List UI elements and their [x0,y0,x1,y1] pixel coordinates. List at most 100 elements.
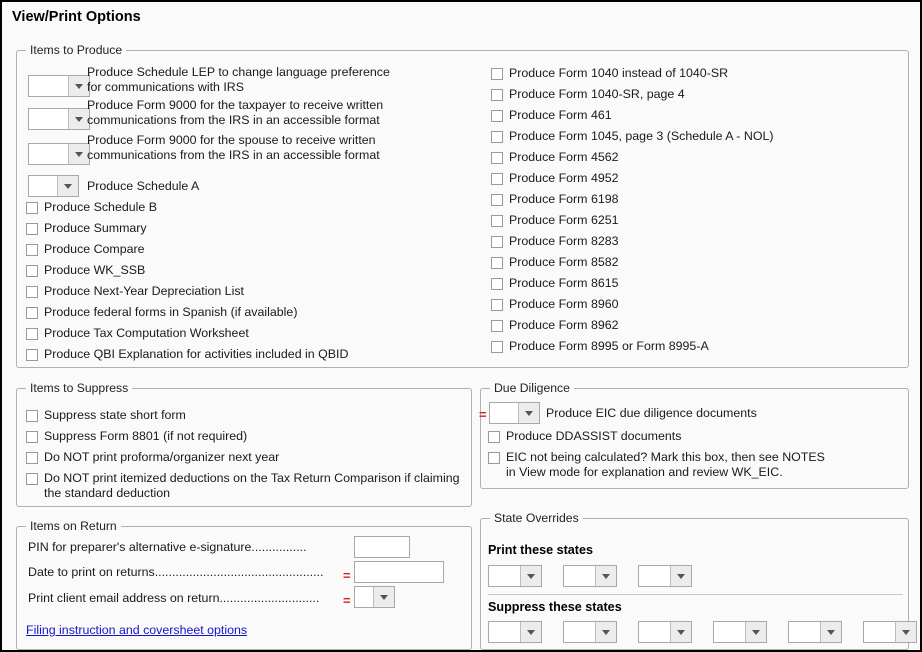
checkbox-row-produce-form-6198[interactable]: Produce Form 6198 [491,192,619,207]
checkbox-row-produce-schedule-b[interactable]: Produce Schedule B [26,200,157,215]
checkbox-row-produce-compare[interactable]: Produce Compare [26,242,145,257]
suppress-state-1-value[interactable] [489,622,520,642]
print-state-1-dropdown[interactable] [488,565,542,587]
produce-eic-due-diligence-dropdown[interactable] [489,402,540,424]
produce-form-1045-page-3-checkbox[interactable] [491,131,503,143]
checkbox-row-produce-form-1045-page-3[interactable]: Produce Form 1045, page 3 (Schedule A - … [491,129,773,144]
form-9000-spouse-value[interactable] [29,144,68,164]
checkbox-row-produce-form-8960[interactable]: Produce Form 8960 [491,297,619,312]
print-state-1-value[interactable] [489,566,520,586]
chevron-down-icon[interactable] [518,403,539,423]
suppress-state-6-value[interactable] [864,622,895,642]
produce-form-8995-checkbox[interactable] [491,341,503,353]
form-9000-taxpayer-dropdown[interactable] [28,108,90,130]
checkbox-row-produce-form-8582[interactable]: Produce Form 8582 [491,255,619,270]
checkbox-row-produce-form-461[interactable]: Produce Form 461 [491,108,612,123]
no-print-itemized-deductions-checkbox[interactable] [26,473,38,485]
produce-tax-computation-worksheet-checkbox[interactable] [26,328,38,340]
checkbox-row-eic-not-being-calculated[interactable]: EIC not being calculated? Mark this box,… [488,450,903,479]
produce-form-6251-checkbox[interactable] [491,215,503,227]
suppress-state-3-dropdown[interactable] [638,621,692,643]
filing-instruction-coversheet-options-link[interactable]: Filing instruction and coversheet option… [26,623,247,637]
form-9000-taxpayer-value[interactable] [29,109,68,129]
chevron-down-icon[interactable] [895,622,916,642]
checkbox-row-produce-form-4952[interactable]: Produce Form 4952 [491,171,619,186]
produce-form-8960-checkbox[interactable] [491,299,503,311]
chevron-down-icon[interactable] [68,144,89,164]
checkbox-row-produce-qbi-explanation[interactable]: Produce QBI Explanation for activities i… [26,347,348,362]
produce-form-8582-checkbox[interactable] [491,257,503,269]
suppress-state-2-value[interactable] [564,622,595,642]
checkbox-row-produce-form-8995[interactable]: Produce Form 8995 or Form 8995-A [491,339,709,354]
chevron-down-icon[interactable] [745,622,766,642]
checkbox-row-no-print-itemized-deductions[interactable]: Do NOT print itemized deductions on the … [26,471,466,500]
chevron-down-icon[interactable] [670,622,691,642]
chevron-down-icon[interactable] [595,622,616,642]
chevron-down-icon[interactable] [670,566,691,586]
checkbox-row-produce-next-year-depreciation-list[interactable]: Produce Next-Year Depreciation List [26,284,244,299]
checkbox-row-produce-summary[interactable]: Produce Summary [26,221,147,236]
chevron-down-icon[interactable] [68,76,89,96]
checkbox-row-produce-form-4562[interactable]: Produce Form 4562 [491,150,619,165]
suppress-state-5-value[interactable] [789,622,820,642]
chevron-down-icon[interactable] [595,566,616,586]
form-9000-spouse-dropdown[interactable] [28,143,90,165]
schedule-lep-dropdown[interactable] [28,75,90,97]
checkbox-row-produce-form-8962[interactable]: Produce Form 8962 [491,318,619,333]
suppress-state-4-value[interactable] [714,622,745,642]
checkbox-row-produce-form-1040-instead-1040sr[interactable]: Produce Form 1040 instead of 1040-SR [491,66,728,81]
suppress-form-8801-checkbox[interactable] [26,431,38,443]
checkbox-row-produce-form-6251[interactable]: Produce Form 6251 [491,213,619,228]
print-state-3-value[interactable] [639,566,670,586]
produce-form-6198-checkbox[interactable] [491,194,503,206]
produce-schedule-b-checkbox[interactable] [26,202,38,214]
produce-form-8962-checkbox[interactable] [491,320,503,332]
checkbox-row-produce-federal-forms-spanish[interactable]: Produce federal forms in Spanish (if ava… [26,305,297,320]
chevron-down-icon[interactable] [57,176,78,196]
produce-form-4562-checkbox[interactable] [491,152,503,164]
produce-qbi-explanation-checkbox[interactable] [26,349,38,361]
checkbox-row-no-print-proforma-organizer[interactable]: Do NOT print proforma/organizer next yea… [26,450,279,465]
produce-federal-forms-spanish-checkbox[interactable] [26,307,38,319]
suppress-state-1-dropdown[interactable] [488,621,542,643]
print-client-email-address-value[interactable] [355,587,373,607]
produce-ddassist-documents-checkbox[interactable] [488,431,500,443]
chevron-down-icon[interactable] [68,109,89,129]
produce-form-8615-checkbox[interactable] [491,278,503,290]
checkbox-row-produce-form-1040sr-page-4[interactable]: Produce Form 1040-SR, page 4 [491,87,685,102]
produce-next-year-depreciation-list-checkbox[interactable] [26,286,38,298]
suppress-state-short-form-checkbox[interactable] [26,410,38,422]
checkbox-row-produce-wk-ssb[interactable]: Produce WK_SSB [26,263,145,278]
produce-form-8283-checkbox[interactable] [491,236,503,248]
print-state-3-dropdown[interactable] [638,565,692,587]
no-print-proforma-organizer-checkbox[interactable] [26,452,38,464]
suppress-state-2-dropdown[interactable] [563,621,617,643]
suppress-state-6-dropdown[interactable] [863,621,917,643]
print-client-email-address-dropdown[interactable] [354,586,395,608]
date-to-print-on-returns-input[interactable] [354,561,444,583]
print-state-2-value[interactable] [564,566,595,586]
schedule-lep-value[interactable] [29,76,68,96]
produce-wk-ssb-checkbox[interactable] [26,265,38,277]
produce-eic-due-diligence-value[interactable] [490,403,518,423]
checkbox-row-produce-ddassist-documents[interactable]: Produce DDASSIST documents [488,429,681,444]
print-state-2-dropdown[interactable] [563,565,617,587]
schedule-a-value[interactable] [29,176,57,196]
eic-not-being-calculated-checkbox[interactable] [488,452,500,464]
produce-compare-checkbox[interactable] [26,244,38,256]
suppress-state-5-dropdown[interactable] [788,621,842,643]
chevron-down-icon[interactable] [520,566,541,586]
produce-form-4952-checkbox[interactable] [491,173,503,185]
chevron-down-icon[interactable] [520,622,541,642]
checkbox-row-suppress-form-8801[interactable]: Suppress Form 8801 (if not required) [26,429,247,444]
suppress-state-4-dropdown[interactable] [713,621,767,643]
schedule-a-dropdown[interactable] [28,175,79,197]
chevron-down-icon[interactable] [373,587,394,607]
checkbox-row-produce-form-8615[interactable]: Produce Form 8615 [491,276,619,291]
chevron-down-icon[interactable] [820,622,841,642]
produce-form-1040sr-page-4-checkbox[interactable] [491,89,503,101]
produce-form-461-checkbox[interactable] [491,110,503,122]
checkbox-row-suppress-state-short-form[interactable]: Suppress state short form [26,408,186,423]
produce-form-1040-instead-1040sr-checkbox[interactable] [491,68,503,80]
checkbox-row-produce-tax-computation-worksheet[interactable]: Produce Tax Computation Worksheet [26,326,249,341]
